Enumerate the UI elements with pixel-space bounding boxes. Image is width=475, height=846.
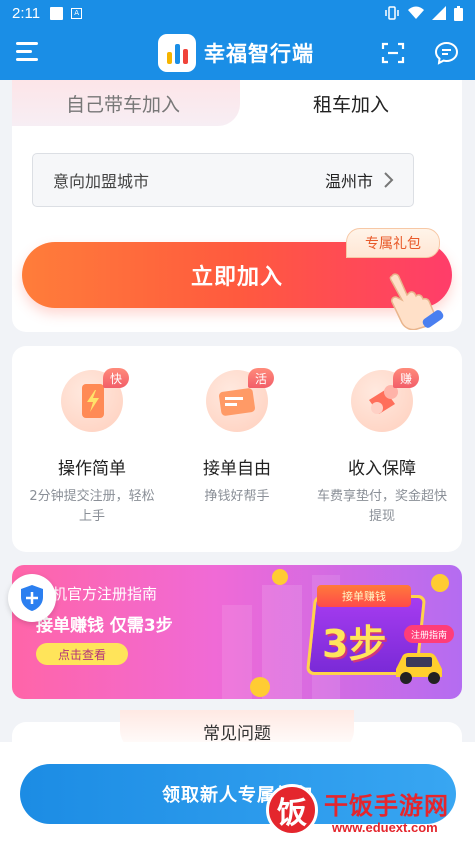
steps-ribbon: 接单赚钱 — [317, 585, 411, 607]
feature-title: 收入保障 — [348, 459, 416, 479]
tab-rent-car[interactable]: 租车加入 — [240, 80, 462, 126]
status-bar: 2:11 A — [0, 0, 475, 26]
lightning-phone-icon: 快 — [61, 368, 129, 432]
city-value: 温州市 — [324, 172, 373, 191]
app-header: 幸福智行端 — [0, 26, 475, 80]
banner-subtitle: 机官方注册指南 — [52, 585, 158, 603]
message-icon[interactable] — [434, 41, 459, 65]
feature-item: 快 操作简单 2分钟提交注册，轻松上手 — [17, 368, 167, 527]
guide-tag: 注册指南 — [404, 625, 454, 643]
scan-icon[interactable] — [381, 41, 405, 65]
features-card: 快 操作简单 2分钟提交注册，轻松上手 活 接单自由 挣钱好帮手 赚 收入保障 … — [12, 346, 462, 552]
steps-count: 3步 — [322, 622, 387, 666]
security-shield-button[interactable] — [8, 574, 56, 622]
order-card-icon: 活 — [206, 368, 274, 432]
feature-item: 赚 收入保障 车费享垫付，奖金超快提现 — [307, 368, 457, 527]
feature-desc: 2分钟提交注册，轻松上手 — [29, 489, 155, 524]
tab-own-car[interactable]: 自己带车加入 — [12, 80, 240, 126]
app-title: 幸福智行端 — [204, 42, 314, 66]
guide-banner[interactable]: 机官方注册指南 接单赚钱 仅需3步 点击查看 接单赚钱 3步 注册指南 — [12, 565, 462, 699]
car-icon — [396, 653, 442, 684]
join-card: 自己带车加入 租车加入 意向加盟城市 温州市 立即加入 专属礼包 — [12, 80, 462, 332]
a-notification-icon: A — [71, 7, 83, 19]
shield-plus-icon — [21, 585, 43, 611]
join-tabs: 自己带车加入 租车加入 — [12, 80, 462, 126]
app-logo-icon — [158, 34, 196, 72]
site-watermark: 饭 干饭手游网 www.eduext.com — [266, 780, 466, 842]
feature-badge: 赚 — [393, 368, 419, 388]
view-guide-button[interactable]: 点击查看 — [36, 643, 128, 665]
banner-title: 接单赚钱 仅需3步 — [36, 616, 173, 636]
notification-icon — [50, 6, 64, 20]
signal-icon — [432, 6, 446, 20]
brand: 幸福智行端 — [158, 34, 314, 72]
gift-badge: 专属礼包 — [346, 228, 440, 258]
watermark-url: www.eduext.com — [332, 820, 438, 835]
battery-icon — [454, 5, 463, 21]
money-bag-icon: 赚 — [351, 368, 419, 432]
feature-title: 接单自由 — [203, 459, 271, 479]
wifi-icon — [408, 6, 424, 19]
feature-badge: 活 — [248, 368, 274, 388]
watermark-logo-icon: 饭 — [266, 784, 318, 836]
menu-icon[interactable] — [16, 42, 40, 62]
feature-desc: 车费享垫付，奖金超快提现 — [316, 489, 447, 524]
feature-title: 操作简单 — [58, 459, 126, 479]
pointing-hand-icon — [389, 273, 444, 330]
feature-badge: 快 — [103, 368, 129, 388]
feature-desc: 挣钱好帮手 — [204, 489, 270, 504]
vibrate-icon — [385, 6, 399, 20]
chevron-right-icon — [384, 172, 394, 188]
feature-item: 活 接单自由 挣钱好帮手 — [162, 368, 312, 507]
city-select[interactable]: 意向加盟城市 温州市 — [32, 153, 414, 207]
watermark-text: 干饭手游网 — [324, 792, 449, 820]
city-label: 意向加盟城市 — [53, 172, 150, 191]
status-time: 2:11 — [12, 4, 41, 22]
